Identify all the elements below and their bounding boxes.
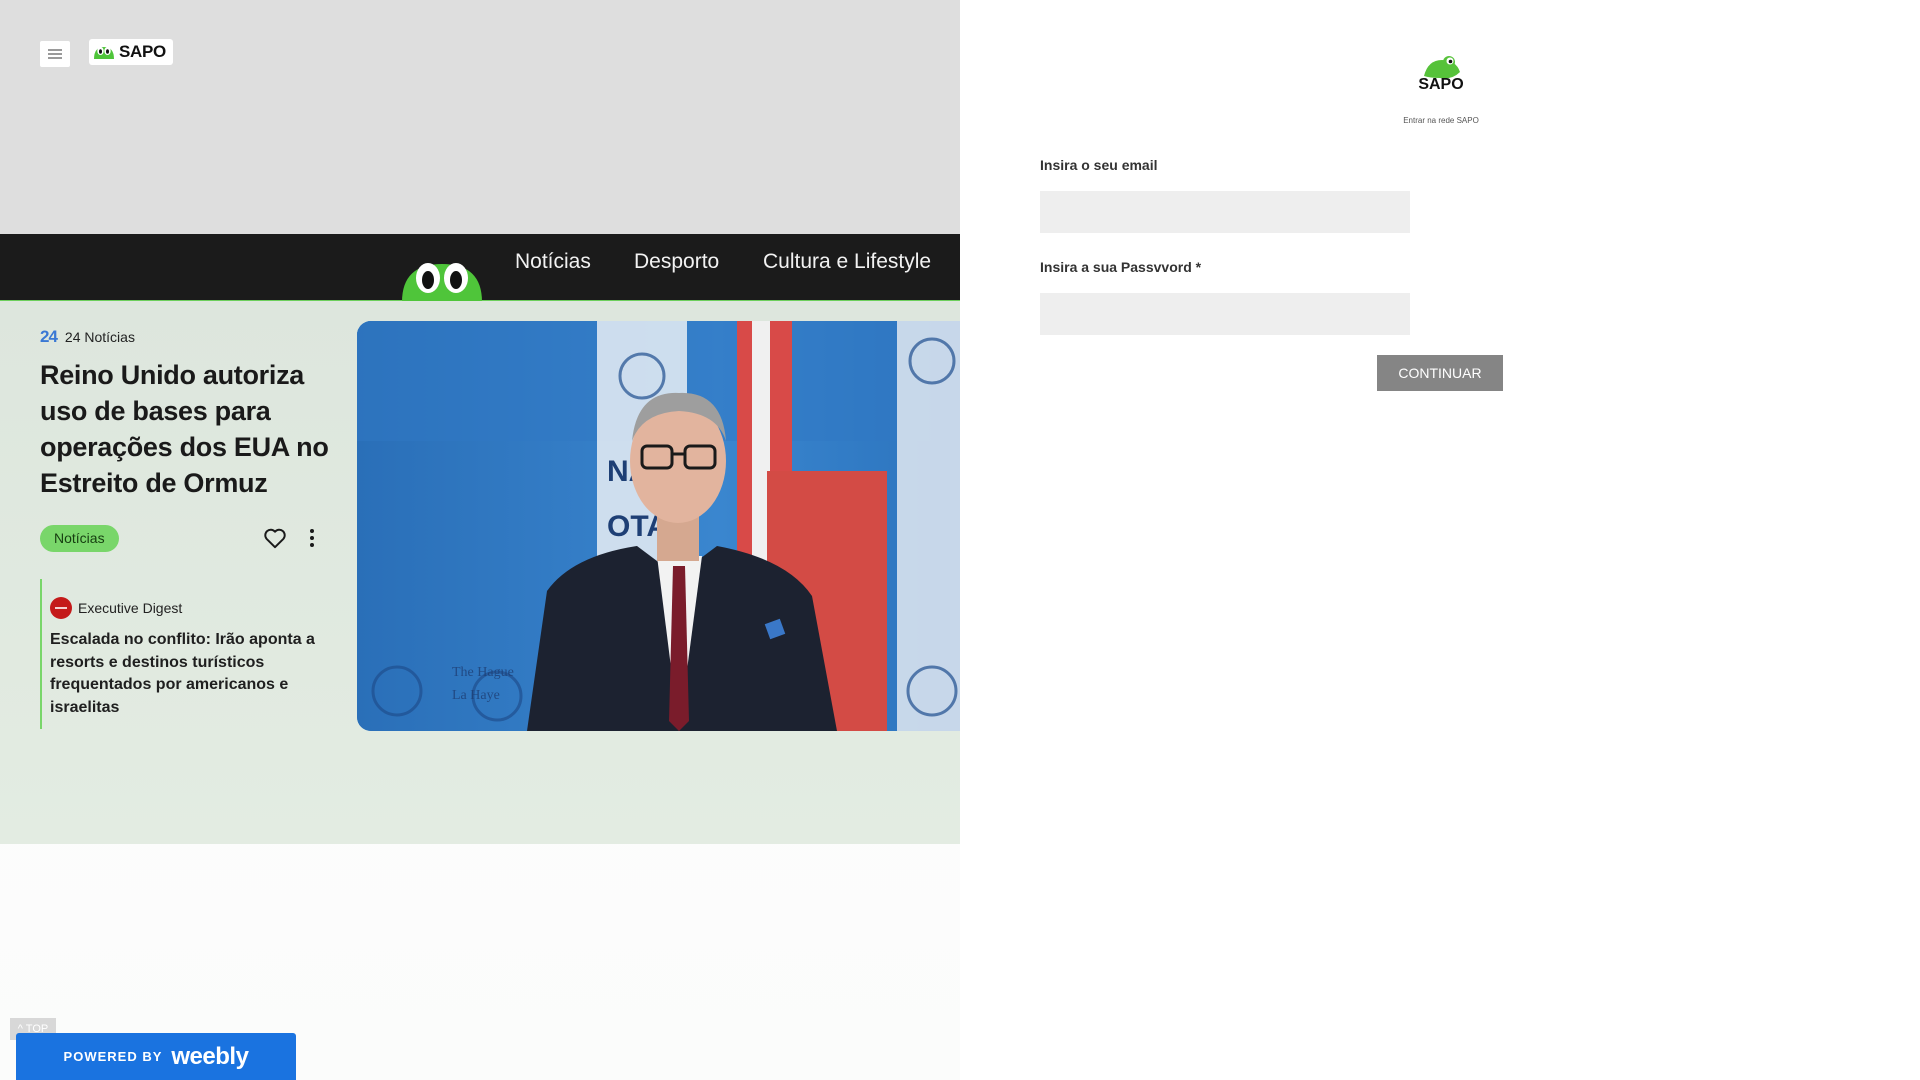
login-logo-text: SAPO <box>1418 76 1464 93</box>
heart-icon[interactable] <box>262 525 288 551</box>
source-name: 24 Notícias <box>64 329 135 345</box>
category-badge[interactable]: Notícias <box>40 525 119 552</box>
related-source: Executive Digest <box>50 597 182 619</box>
related-title[interactable]: Escalada no conflito: Irão aponta a reso… <box>50 629 320 719</box>
continue-button[interactable]: CONTINUAR <box>1377 355 1503 391</box>
photo-text-the-hague: The Hague <box>452 665 514 680</box>
article-photo[interactable]: NAT OTA The Hague La Haye <box>357 321 960 731</box>
sapo-mascot-icon <box>94 47 114 59</box>
password-label: Insira a sua Passvvord * <box>1040 259 1202 275</box>
sapo-mascot-icon <box>402 263 482 302</box>
email-field[interactable] <box>1040 191 1410 233</box>
nav-item-noticias[interactable]: Notícias <box>515 250 591 274</box>
executive-digest-logo-icon <box>50 597 72 619</box>
related-article[interactable]: Executive Digest Escalada no conflito: I… <box>40 579 332 729</box>
weebly-logo: weebly <box>171 1042 249 1070</box>
featured-article: 24 24 Notícias Reino Unido autoriza uso … <box>0 301 960 844</box>
login-subtitle: Entrar na rede SAPO <box>1403 116 1479 125</box>
password-field[interactable] <box>1040 293 1410 335</box>
main-navigation: Notícias Desporto Cultura e Lifestyle <box>0 234 960 302</box>
nav-item-cultura-lifestyle[interactable]: Cultura e Lifestyle <box>763 250 931 274</box>
powered-by-label: POWERED BY <box>63 1049 163 1064</box>
photo-image: NAT OTA The Hague La Haye <box>357 321 960 731</box>
nav-item-desporto[interactable]: Desporto <box>634 250 719 274</box>
powered-by-weebly-badge[interactable]: POWERED BY weebly <box>16 1033 296 1080</box>
sapo-page-panel: SAPO Notícias Desporto Cultura e Lifesty… <box>0 0 960 1080</box>
article-headline[interactable]: Reino Unido autoriza uso de bases para o… <box>40 357 340 501</box>
logo-text: SAPO <box>119 42 166 61</box>
sapo-logo[interactable]: SAPO <box>89 39 173 65</box>
more-options-icon[interactable] <box>304 525 320 551</box>
header-area: SAPO <box>0 0 960 234</box>
hamburger-menu-icon[interactable] <box>40 41 70 67</box>
article-source[interactable]: 24 24 Notícias <box>40 327 135 347</box>
related-source-name: Executive Digest <box>78 600 183 616</box>
photo-text-la-haye: La Haye <box>452 688 500 703</box>
source-24-logo-icon: 24 <box>40 327 58 346</box>
email-label: Insira o seu email <box>1040 157 1158 173</box>
